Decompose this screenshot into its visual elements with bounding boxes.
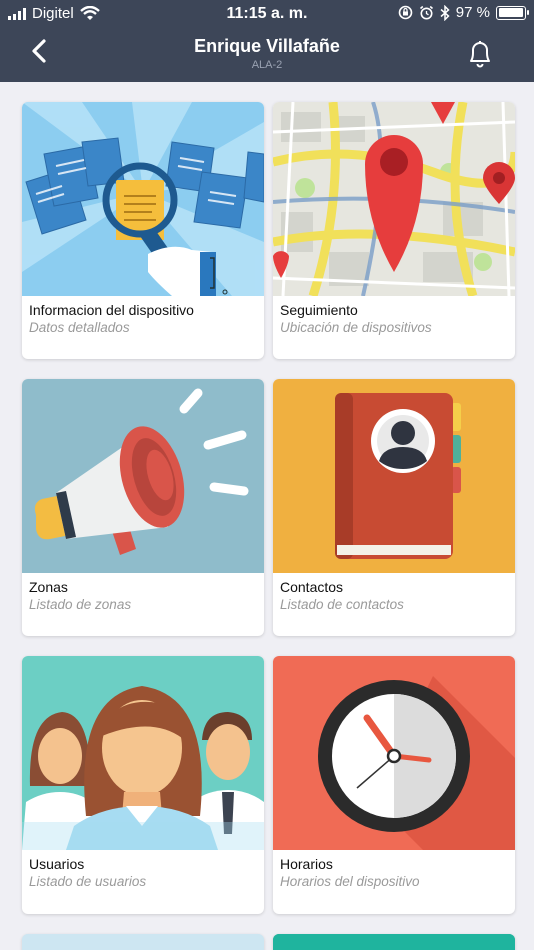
status-right: 97 %	[398, 4, 529, 21]
card-label: Contactos	[280, 579, 344, 595]
address-book-icon	[273, 379, 515, 573]
card-label: Usuarios	[29, 856, 85, 872]
orientation-lock-icon	[398, 5, 413, 20]
card-tracking[interactable]: Seguimiento Ubicación de dispositivos	[273, 102, 515, 359]
card-partial-left[interactable]	[22, 934, 264, 950]
page-title: Enrique Villafañe	[194, 36, 340, 56]
document-search-icon	[22, 102, 264, 296]
battery-percent: 97 %	[455, 4, 490, 21]
card-partial-right[interactable]	[273, 934, 515, 950]
card-label: Seguimiento	[280, 302, 358, 318]
battery-fill	[498, 8, 523, 17]
card-device-info[interactable]: Informacion del dispositivo Datos detall…	[22, 102, 264, 359]
status-bar: Digitel 11:15 a. m. 97 %	[0, 0, 534, 28]
card-image-tracking	[273, 102, 515, 296]
card-image-contacts	[273, 379, 515, 573]
card-image-schedule	[273, 656, 515, 850]
page-subtitle: ALA-2	[251, 59, 283, 71]
card-image-partial-left	[22, 934, 264, 950]
card-label: Zonas	[29, 579, 68, 595]
card-image-users	[22, 656, 264, 850]
card-label: Informacion del dispositivo	[29, 302, 194, 318]
megaphone-icon	[22, 379, 264, 573]
card-zones[interactable]: Zonas Listado de zonas	[22, 379, 264, 636]
bell-icon[interactable]	[466, 38, 494, 68]
card-description: Ubicación de dispositivos	[280, 320, 432, 335]
card-description: Listado de usuarios	[29, 874, 147, 889]
card-description: Horarios del dispositivo	[280, 874, 420, 889]
clock-icon	[273, 656, 515, 850]
card-schedule[interactable]: Horarios Horarios del dispositivo	[273, 656, 515, 914]
top-bar: Digitel 11:15 a. m. 97 % Enrique Villafa…	[0, 0, 534, 82]
card-description: Listado de zonas	[29, 597, 132, 612]
card-image-device-info	[22, 102, 264, 296]
card-label: Horarios	[280, 856, 333, 872]
map-pin-icon	[273, 102, 515, 296]
header-titlebox: Enrique Villafañe ALA-2	[0, 36, 534, 71]
bluetooth-icon	[440, 4, 450, 21]
alarm-icon	[419, 5, 433, 20]
card-image-zones	[22, 379, 264, 573]
card-contacts[interactable]: Contactos Listado de contactos	[273, 379, 515, 636]
card-description: Datos detallados	[29, 320, 130, 335]
card-users[interactable]: Usuarios Listado de usuarios	[22, 656, 264, 914]
card-image-partial-right	[273, 934, 515, 950]
card-description: Listado de contactos	[280, 597, 404, 612]
battery-icon	[496, 5, 529, 20]
users-icon	[22, 656, 264, 850]
